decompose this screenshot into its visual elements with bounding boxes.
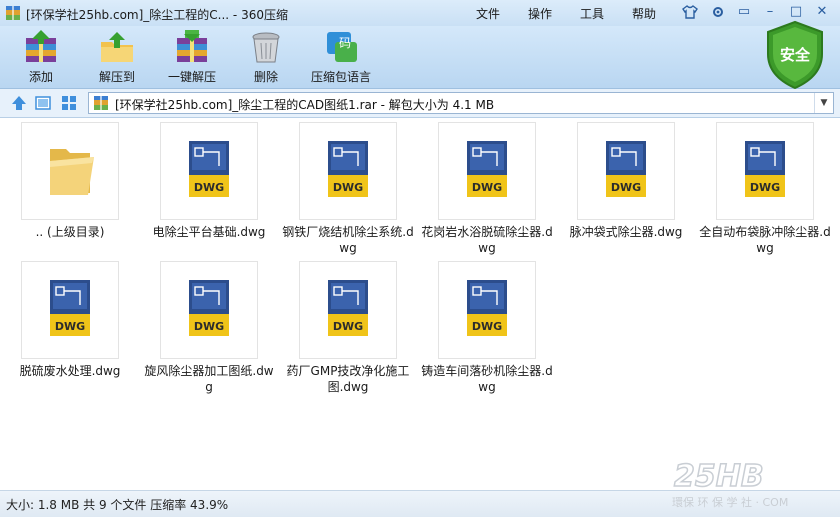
svg-text:DWG: DWG <box>55 320 85 333</box>
one-click-extract-icon <box>177 30 207 62</box>
extract-to-button[interactable]: 解压到 <box>92 30 142 85</box>
list-item-file[interactable]: DWG 全自动布袋脉冲除尘器.dwg <box>699 122 831 256</box>
file-list: .. (上级目录) DWG 电除尘平台基础.dwg DWG 钢铁厂烧结机除尘系统… <box>0 118 840 490</box>
svg-text:DWG: DWG <box>333 320 363 333</box>
svg-text:DWG: DWG <box>472 320 502 333</box>
maximize-button[interactable]: □ <box>786 3 806 21</box>
menu-operate[interactable]: 操作 <box>528 5 552 22</box>
code-badge: 码 <box>339 36 351 50</box>
security-shield-icon[interactable]: 安全 <box>764 20 826 90</box>
menu-help[interactable]: 帮助 <box>632 5 656 22</box>
grid-view-icon[interactable] <box>60 94 78 112</box>
list-item-file[interactable]: DWG 药厂GMP技改净化施工图.dwg <box>282 261 414 395</box>
archive-app-icon <box>6 6 20 20</box>
list-item-file[interactable]: DWG 旋风除尘器加工图纸.dwg <box>143 261 275 395</box>
status-text: 大小: 1.8 MB 共 9 个文件 压缩率 43.9% <box>6 498 229 512</box>
dwg-file-icon: DWG <box>716 122 814 220</box>
minimize-button[interactable]: – <box>760 3 780 21</box>
file-name: 电除尘平台基础.dwg <box>152 225 266 239</box>
mini-mode-button[interactable]: ▭ <box>734 3 754 21</box>
dwg-file-icon: DWG <box>438 261 536 359</box>
delete-button[interactable]: 删除 <box>246 30 286 85</box>
toolbar: 添加 解压到 一键解压 删除 码 压缩包语言 <box>0 26 840 89</box>
svg-text:DWG: DWG <box>194 181 224 194</box>
svg-text:DWG: DWG <box>611 181 641 194</box>
path-field[interactable]: [环保学社25hb.com]_除尘工程的CAD图纸1.rar - 解包大小为 4… <box>88 92 834 114</box>
file-name: 钢铁厂烧结机除尘系统.dwg <box>282 225 414 255</box>
one-click-extract-button[interactable]: 一键解压 <box>166 30 218 85</box>
file-name: 铸造车间落砂机除尘器.dwg <box>421 364 553 394</box>
folder-icon <box>21 122 119 220</box>
dwg-file-icon: DWG <box>438 122 536 220</box>
dwg-file-icon: DWG <box>160 261 258 359</box>
navigation-bar: [环保学社25hb.com]_除尘工程的CAD图纸1.rar - 解包大小为 4… <box>0 89 840 118</box>
add-button[interactable]: 添加 <box>18 30 64 85</box>
window-title: [环保学社25hb.com]_除尘工程的C... - 360压缩 <box>26 8 288 22</box>
dwg-file-icon: DWG <box>21 261 119 359</box>
menu-file[interactable]: 文件 <box>476 5 500 22</box>
file-name: 脱硫废水处理.dwg <box>19 364 121 378</box>
up-arrow-icon[interactable] <box>10 94 28 112</box>
svg-text:DWG: DWG <box>472 181 502 194</box>
chevron-down-icon[interactable]: ▼ <box>814 93 833 113</box>
list-item-parent-dir[interactable]: .. (上级目录) <box>4 122 136 240</box>
dwg-file-icon: DWG <box>299 122 397 220</box>
file-name: 全自动布袋脉冲除尘器.dwg <box>699 225 831 255</box>
archive-language-button[interactable]: 码 压缩包语言 <box>308 30 374 85</box>
svg-text:DWG: DWG <box>333 181 363 194</box>
watermark-logo: 25HB 環保 环 保 学 社 · COM <box>672 458 788 509</box>
add-archive-icon <box>26 30 56 62</box>
code-language-icon: 码 <box>327 32 357 62</box>
list-item-file[interactable]: DWG 脱硫废水处理.dwg <box>4 261 136 379</box>
file-name: 脉冲袋式除尘器.dwg <box>569 225 683 239</box>
shield-label: 安全 <box>780 46 811 64</box>
skin-icon[interactable] <box>680 3 700 21</box>
svg-text:DWG: DWG <box>194 320 224 333</box>
list-item-file[interactable]: DWG 铸造车间落砂机除尘器.dwg <box>421 261 553 395</box>
list-item-file[interactable]: DWG 电除尘平台基础.dwg <box>143 122 275 240</box>
list-item-file[interactable]: DWG 钢铁厂烧结机除尘系统.dwg <box>282 122 414 256</box>
list-item-file[interactable]: DWG 脉冲袋式除尘器.dwg <box>560 122 692 240</box>
path-text: [环保学社25hb.com]_除尘工程的CAD图纸1.rar - 解包大小为 4… <box>115 98 495 112</box>
settings-icon[interactable] <box>708 3 728 21</box>
dwg-file-icon: DWG <box>577 122 675 220</box>
title-bar: [环保学社25hb.com]_除尘工程的C... - 360压缩 文件 操作 工… <box>0 0 840 26</box>
trash-icon <box>252 32 280 63</box>
large-view-icon[interactable] <box>34 94 52 112</box>
file-name: .. (上级目录) <box>35 225 105 239</box>
file-name: 花岗岩水浴脱硫除尘器.dwg <box>421 225 553 255</box>
file-name: 旋风除尘器加工图纸.dwg <box>144 364 274 394</box>
menu-tools[interactable]: 工具 <box>580 5 604 22</box>
file-name: 药厂GMP技改净化施工图.dwg <box>286 364 410 394</box>
list-item-file[interactable]: DWG 花岗岩水浴脱硫除尘器.dwg <box>421 122 553 256</box>
watermark-tagline: 環保 环 保 学 社 · COM <box>672 495 788 509</box>
close-button[interactable]: ✕ <box>812 3 832 21</box>
watermark-brand: 25HB <box>674 459 764 494</box>
archive-file-icon <box>94 96 108 110</box>
dwg-file-icon: DWG <box>299 261 397 359</box>
extract-folder-icon <box>101 32 133 62</box>
dwg-file-icon: DWG <box>160 122 258 220</box>
svg-text:DWG: DWG <box>750 181 780 194</box>
